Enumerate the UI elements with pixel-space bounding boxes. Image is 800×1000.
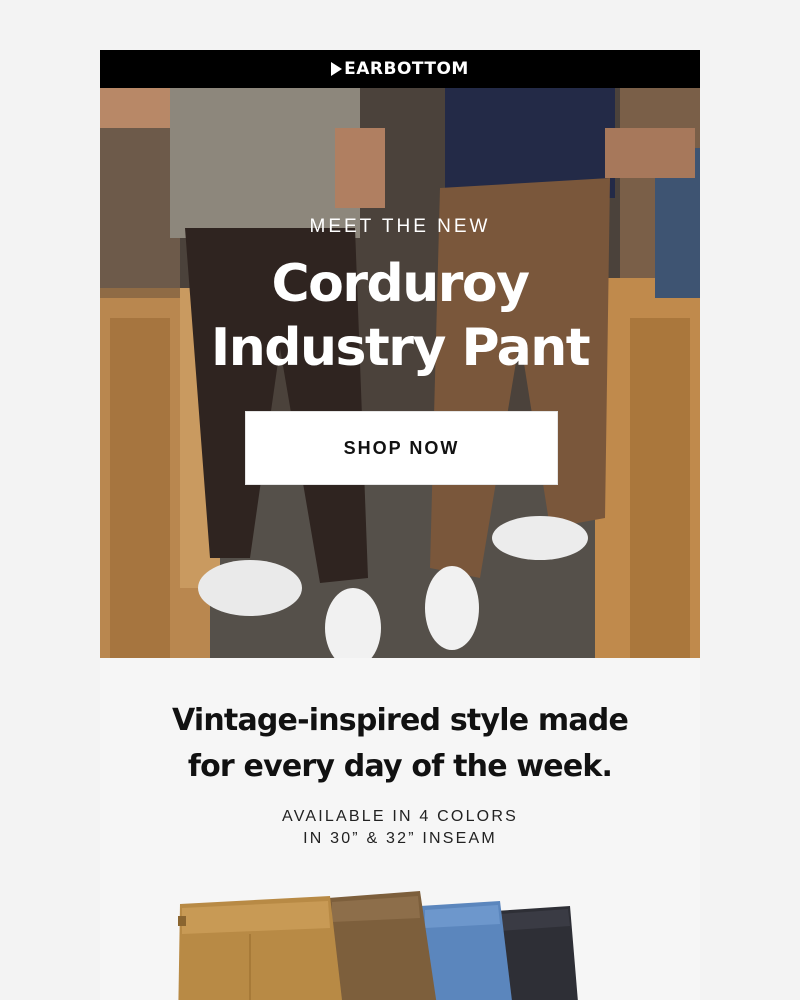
top-bar: EARBOTTOM [100, 50, 700, 88]
subhead-line1: Vintage-inspired style made [171, 703, 629, 738]
pants-lineup [178, 891, 578, 1000]
section-subhead: Vintage-inspired style made for every da… [100, 698, 700, 790]
shop-now-button[interactable]: SHOP NOW [245, 411, 558, 485]
hero-eyebrow: MEET THE NEW [309, 216, 491, 237]
details-section: Vintage-inspired style made for every da… [100, 658, 700, 1000]
hero-headline: Corduroy Industry Pant [100, 252, 700, 380]
availability-text: AVAILABLE IN 4 COLORS IN 30” & 32” INSEA… [100, 806, 700, 850]
logo-text: EARBOTTOM [344, 59, 469, 79]
availability-line1: AVAILABLE IN 4 COLORS [282, 808, 518, 825]
color-options-image[interactable] [100, 886, 700, 1000]
hero-headline-line2: Industry Pant [210, 318, 591, 378]
hero-text: MEET THE NEW Corduroy Industry Pant [100, 216, 700, 380]
hero-headline-line1: Corduroy [271, 254, 530, 314]
logo-icon [331, 62, 343, 76]
email-container: EARBOTTOM MEET THE NEW Corduroy Industry… [100, 50, 700, 1000]
subhead-line2: for every day of the week. [187, 749, 613, 784]
brand-logo[interactable]: EARBOTTOM [331, 59, 469, 79]
availability-line2: IN 30” & 32” INSEAM [303, 830, 497, 847]
hero-banner[interactable]: MEET THE NEW Corduroy Industry Pant SHOP… [100, 88, 700, 658]
